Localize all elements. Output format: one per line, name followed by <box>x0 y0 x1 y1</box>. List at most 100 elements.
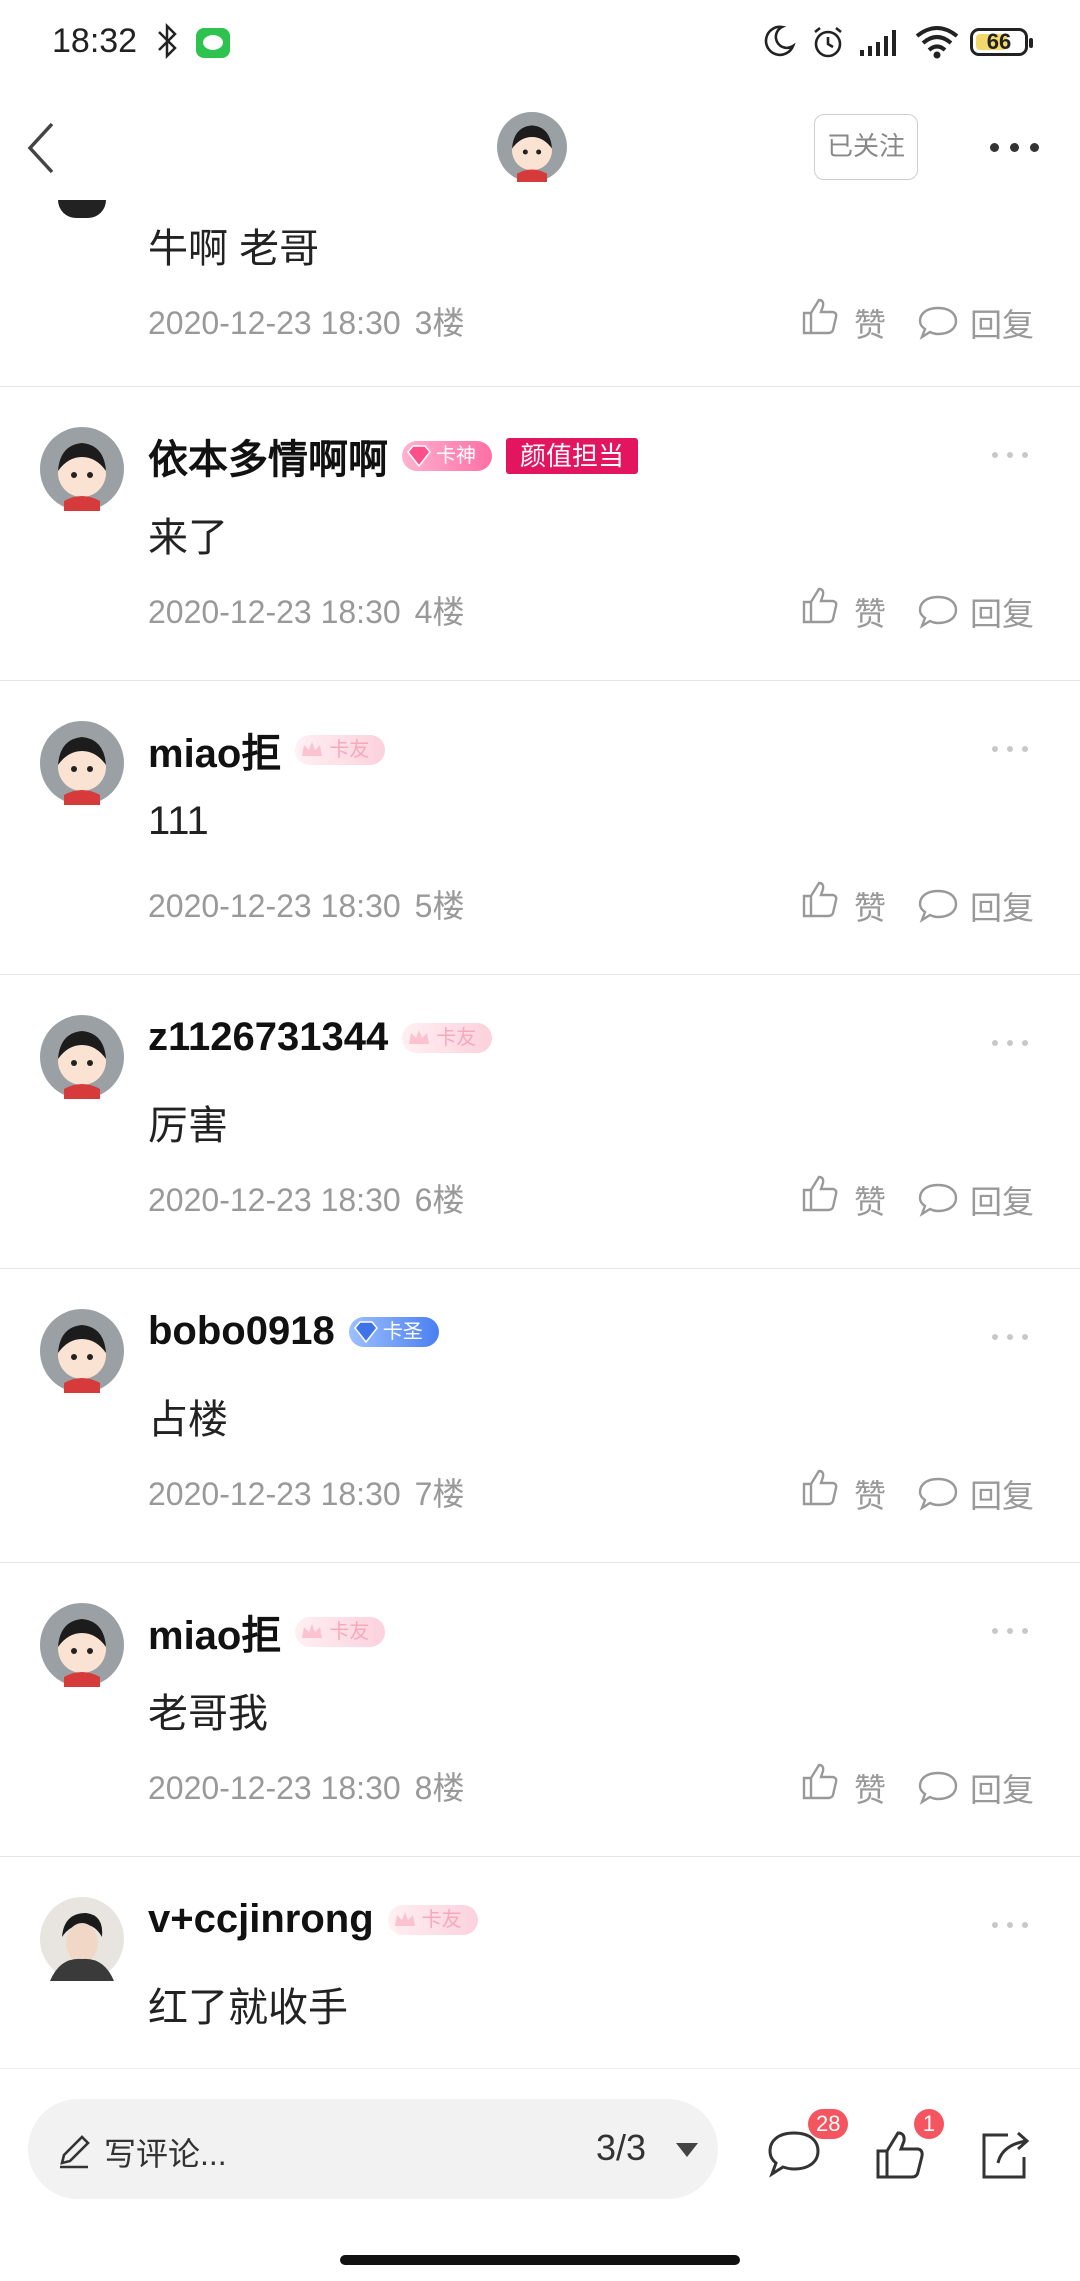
comment-more-icon[interactable] <box>992 1922 1030 1930</box>
reply-label[interactable]: 回复 <box>970 589 1034 635</box>
comment-item: 牛啊 老哥 2020-12-23 18:30 3楼 赞 回复 <box>0 200 1080 387</box>
avatar[interactable] <box>40 427 124 511</box>
comment-count-badge: 28 <box>808 2109 849 2139</box>
reply-label[interactable]: 回复 <box>970 1471 1034 1517</box>
username[interactable]: v+ccjinrong <box>148 1897 374 1942</box>
comment-more-icon[interactable] <box>992 452 1030 460</box>
wifi-icon <box>915 26 959 59</box>
follow-button[interactable]: 已关注 <box>814 114 918 180</box>
battery-icon: 66 <box>970 28 1033 56</box>
comment-meta: 2020-12-23 18:30 4楼 <box>148 587 464 633</box>
back-arrow-icon[interactable] <box>22 118 62 178</box>
like-icon[interactable] <box>800 585 840 625</box>
comment-content: 老哥我 <box>148 1692 268 1736</box>
comment-floor: 6楼 <box>414 1182 465 1218</box>
username[interactable]: miao拒 <box>148 721 281 779</box>
wechat-notification-icon <box>196 28 230 58</box>
like-icon[interactable] <box>800 1761 840 1801</box>
username[interactable]: bobo0918 <box>148 1309 335 1354</box>
avatar[interactable] <box>58 200 106 218</box>
like-label[interactable]: 赞 <box>854 883 886 929</box>
comment-content: 来了 <box>148 516 228 560</box>
avatar[interactable] <box>40 1015 124 1099</box>
more-options-icon[interactable] <box>990 138 1040 158</box>
username[interactable]: 依本多情啊啊 <box>148 427 388 485</box>
comment-item: bobo0918 卡圣 占楼 2020-12-23 18:30 7楼 赞 回复 <box>0 1269 1080 1563</box>
comment-date: 2020-12-23 18:30 <box>148 1476 401 1512</box>
comment-date: 2020-12-23 18:30 <box>148 594 401 630</box>
comment-input[interactable]: 写评论... 3/3 <box>28 2099 718 2199</box>
comment-more-icon[interactable] <box>992 746 1030 754</box>
reply-icon[interactable] <box>918 887 958 923</box>
comment-more-icon[interactable] <box>992 1040 1030 1048</box>
comment-date: 2020-12-23 18:30 <box>148 1182 401 1218</box>
comment-content: 占楼 <box>148 1398 228 1442</box>
reply-label[interactable]: 回复 <box>970 883 1034 929</box>
reply-icon[interactable] <box>918 1475 958 1511</box>
share-icon[interactable] <box>978 2127 1034 2181</box>
badge-label: 卡友 <box>421 1908 462 1931</box>
like-label[interactable]: 赞 <box>854 1765 886 1811</box>
level-badge: 卡友 <box>295 735 386 765</box>
reply-icon[interactable] <box>918 1769 958 1805</box>
comment-more-icon[interactable] <box>992 1334 1030 1342</box>
avatar[interactable] <box>40 1309 124 1393</box>
comment-floor: 8楼 <box>414 1770 465 1806</box>
comment-floor: 7楼 <box>414 1476 465 1512</box>
crown-icon <box>409 1029 430 1044</box>
like-icon[interactable] <box>800 1467 840 1507</box>
reply-label[interactable]: 回复 <box>970 1177 1034 1223</box>
comment-more-icon[interactable] <box>992 1628 1030 1636</box>
comment-date: 2020-12-23 18:30 <box>148 888 401 924</box>
comment-username-row: bobo0918 卡圣 <box>148 1309 439 1354</box>
avatar[interactable] <box>40 1897 124 1981</box>
author-avatar[interactable] <box>497 112 567 182</box>
signal-icon <box>860 30 896 56</box>
level-badge: 卡友 <box>387 1904 478 1935</box>
comment-floor: 4楼 <box>414 594 465 630</box>
comment-item: 依本多情啊啊 卡神 颜值担当 来了 2020-12-23 18:30 4楼 赞 回… <box>0 387 1080 681</box>
comment-floor: 5楼 <box>414 888 465 924</box>
comment-content: 牛啊 老哥 <box>148 227 320 271</box>
diamond-icon <box>407 445 431 468</box>
avatar[interactable] <box>40 1603 124 1687</box>
like-label[interactable]: 赞 <box>854 1177 886 1223</box>
avatar[interactable] <box>40 721 124 805</box>
like-label[interactable]: 赞 <box>854 589 886 635</box>
pen-icon <box>60 2135 90 2169</box>
badge-label: 卡圣 <box>382 1320 423 1343</box>
badge-label: 卡友 <box>329 1621 370 1643</box>
comment-date: 2020-12-23 18:30 <box>148 305 401 341</box>
reply-icon[interactable] <box>918 593 958 629</box>
comment-actions: 赞 回复 <box>800 294 1050 344</box>
home-indicator[interactable] <box>340 2255 740 2265</box>
like-icon[interactable] <box>800 879 840 919</box>
page-indicator[interactable]: 3/3 <box>596 2127 646 2169</box>
reply-icon[interactable] <box>918 1181 958 1217</box>
comment-list: 牛啊 老哥 2020-12-23 18:30 3楼 赞 回复 依本多情啊啊 卡神 … <box>0 200 1080 2117</box>
crown-icon <box>302 742 323 756</box>
bluetooth-icon <box>158 22 177 60</box>
like-icon[interactable] <box>800 1173 840 1213</box>
caret-down-icon[interactable] <box>676 2143 698 2157</box>
comment-item: miao拒 卡友 老哥我 2020-12-23 18:30 8楼 赞 回复 <box>0 1563 1080 1857</box>
reply-label[interactable]: 回复 <box>970 300 1034 346</box>
username[interactable]: z1126731344 <box>148 1015 388 1060</box>
comment-input-placeholder: 写评论... <box>104 2136 227 2172</box>
comment-username-row: v+ccjinrong 卡友 <box>148 1897 478 1942</box>
comment-date: 2020-12-23 18:30 <box>148 1770 401 1806</box>
comment-actions: 赞 回复 <box>800 583 1050 633</box>
username[interactable]: miao拒 <box>148 1603 281 1661</box>
like-icon[interactable] <box>800 296 840 336</box>
crown-icon <box>394 1911 415 1926</box>
level-badge: 卡友 <box>295 1617 386 1647</box>
comment-item: miao拒 卡友 111 2020-12-23 18:30 5楼 赞 回复 <box>0 681 1080 975</box>
reply-label[interactable]: 回复 <box>970 1765 1034 1811</box>
comment-username-row: miao拒 卡友 <box>148 1603 386 1661</box>
like-label[interactable]: 赞 <box>854 1471 886 1517</box>
like-label[interactable]: 赞 <box>854 300 886 346</box>
level-badge: 卡神 <box>402 441 492 471</box>
do-not-disturb-icon <box>764 25 796 57</box>
reply-icon[interactable] <box>918 304 958 340</box>
status-time: 18:32 <box>52 22 138 60</box>
